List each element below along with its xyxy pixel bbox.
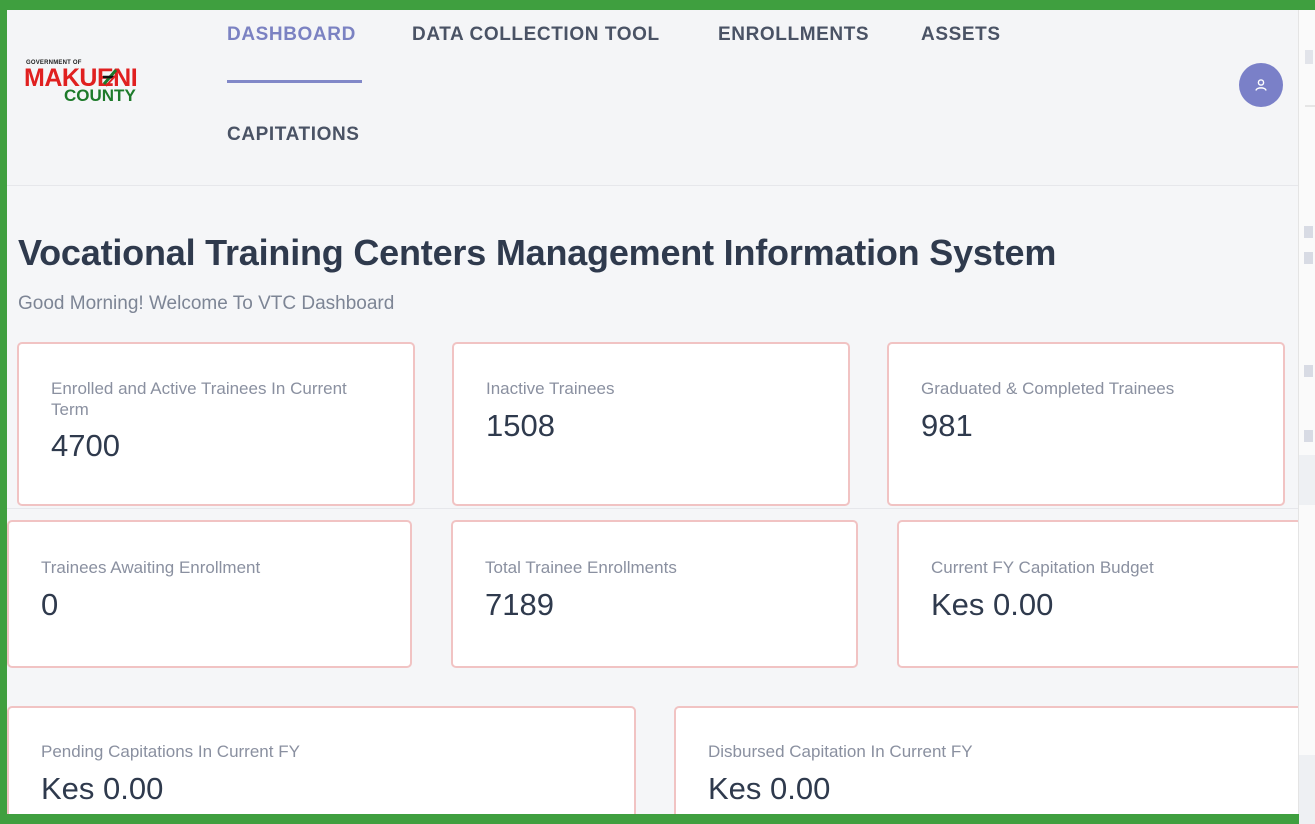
logo-flag-icon (102, 69, 118, 87)
nav-enrollments[interactable]: ENROLLMENTS (718, 24, 869, 46)
blurred-glyph (1304, 365, 1313, 377)
nav-capitations[interactable]: CAPITATIONS (227, 124, 360, 146)
card-value: Kes 0.00 (931, 587, 1054, 622)
card-label: Pending Capitations In Current FY (41, 742, 300, 761)
card-label: Inactive Trainees (486, 379, 615, 398)
card-label: Enrolled and Active Trainees In Current … (51, 379, 347, 419)
blurred-glyph (1304, 430, 1313, 442)
nav-active-indicator (227, 80, 362, 83)
card-label: Graduated & Completed Trainees (921, 379, 1175, 398)
card-current-fy-capitation-budget[interactable]: Current FY Capitation Budget Kes 0.00 (897, 520, 1298, 668)
blurred-glyph (1304, 252, 1313, 264)
app-window: GOVERNMENT OF MAKUENI COUNTY DASHBOARD D… (7, 10, 1298, 814)
nav-dashboard[interactable]: DASHBOARD (227, 24, 356, 46)
card-label: Current FY Capitation Budget (931, 558, 1154, 577)
user-icon (1255, 79, 1267, 91)
card-disbursed-capitation[interactable]: Disbursed Capitation In Current FY Kes 0… (674, 706, 1298, 814)
card-label: Disbursed Capitation In Current FY (708, 742, 973, 761)
card-label: Trainees Awaiting Enrollment (41, 558, 261, 577)
card-trainees-awaiting-enrollment[interactable]: Trainees Awaiting Enrollment 0 (7, 520, 412, 668)
card-enrolled-active-trainees[interactable]: Enrolled and Active Trainees In Current … (17, 342, 415, 506)
user-avatar-button[interactable] (1239, 63, 1283, 107)
card-pending-capitations[interactable]: Pending Capitations In Current FY Kes 0.… (7, 706, 636, 814)
blurred-panel (1299, 455, 1315, 505)
card-value: 4700 (51, 428, 120, 463)
page-subtitle: Good Morning! Welcome To VTC Dashboard (18, 293, 395, 314)
card-graduated-trainees[interactable]: Graduated & Completed Trainees 981 (887, 342, 1285, 506)
card-value: Kes 0.00 (41, 771, 164, 806)
card-label: Total Trainee Enrollments (485, 558, 677, 577)
top-header: GOVERNMENT OF MAKUENI COUNTY DASHBOARD D… (7, 10, 1298, 186)
blurred-glyph (1304, 226, 1313, 238)
logo-sub: COUNTY (64, 86, 136, 105)
card-value: 1508 (486, 408, 555, 443)
nav-assets[interactable]: ASSETS (921, 24, 1001, 46)
page-title: Vocational Training Centers Management I… (18, 232, 1057, 273)
card-value: 7189 (485, 587, 554, 622)
card-inactive-trainees[interactable]: Inactive Trainees 1508 (452, 342, 850, 506)
row-divider (7, 508, 1298, 509)
adjacent-window-edge (1298, 10, 1315, 824)
card-value: 981 (921, 408, 973, 443)
card-value: Kes 0.00 (708, 771, 831, 806)
card-value: 0 (41, 587, 59, 622)
blurred-glyph (1305, 105, 1315, 107)
blurred-glyph (1305, 50, 1313, 64)
card-total-trainee-enrollments[interactable]: Total Trainee Enrollments 7189 (451, 520, 858, 668)
nav-data-collection-tool[interactable]: DATA COLLECTION TOOL (412, 24, 660, 46)
makueni-county-logo[interactable]: GOVERNMENT OF MAKUENI COUNTY (24, 60, 154, 110)
